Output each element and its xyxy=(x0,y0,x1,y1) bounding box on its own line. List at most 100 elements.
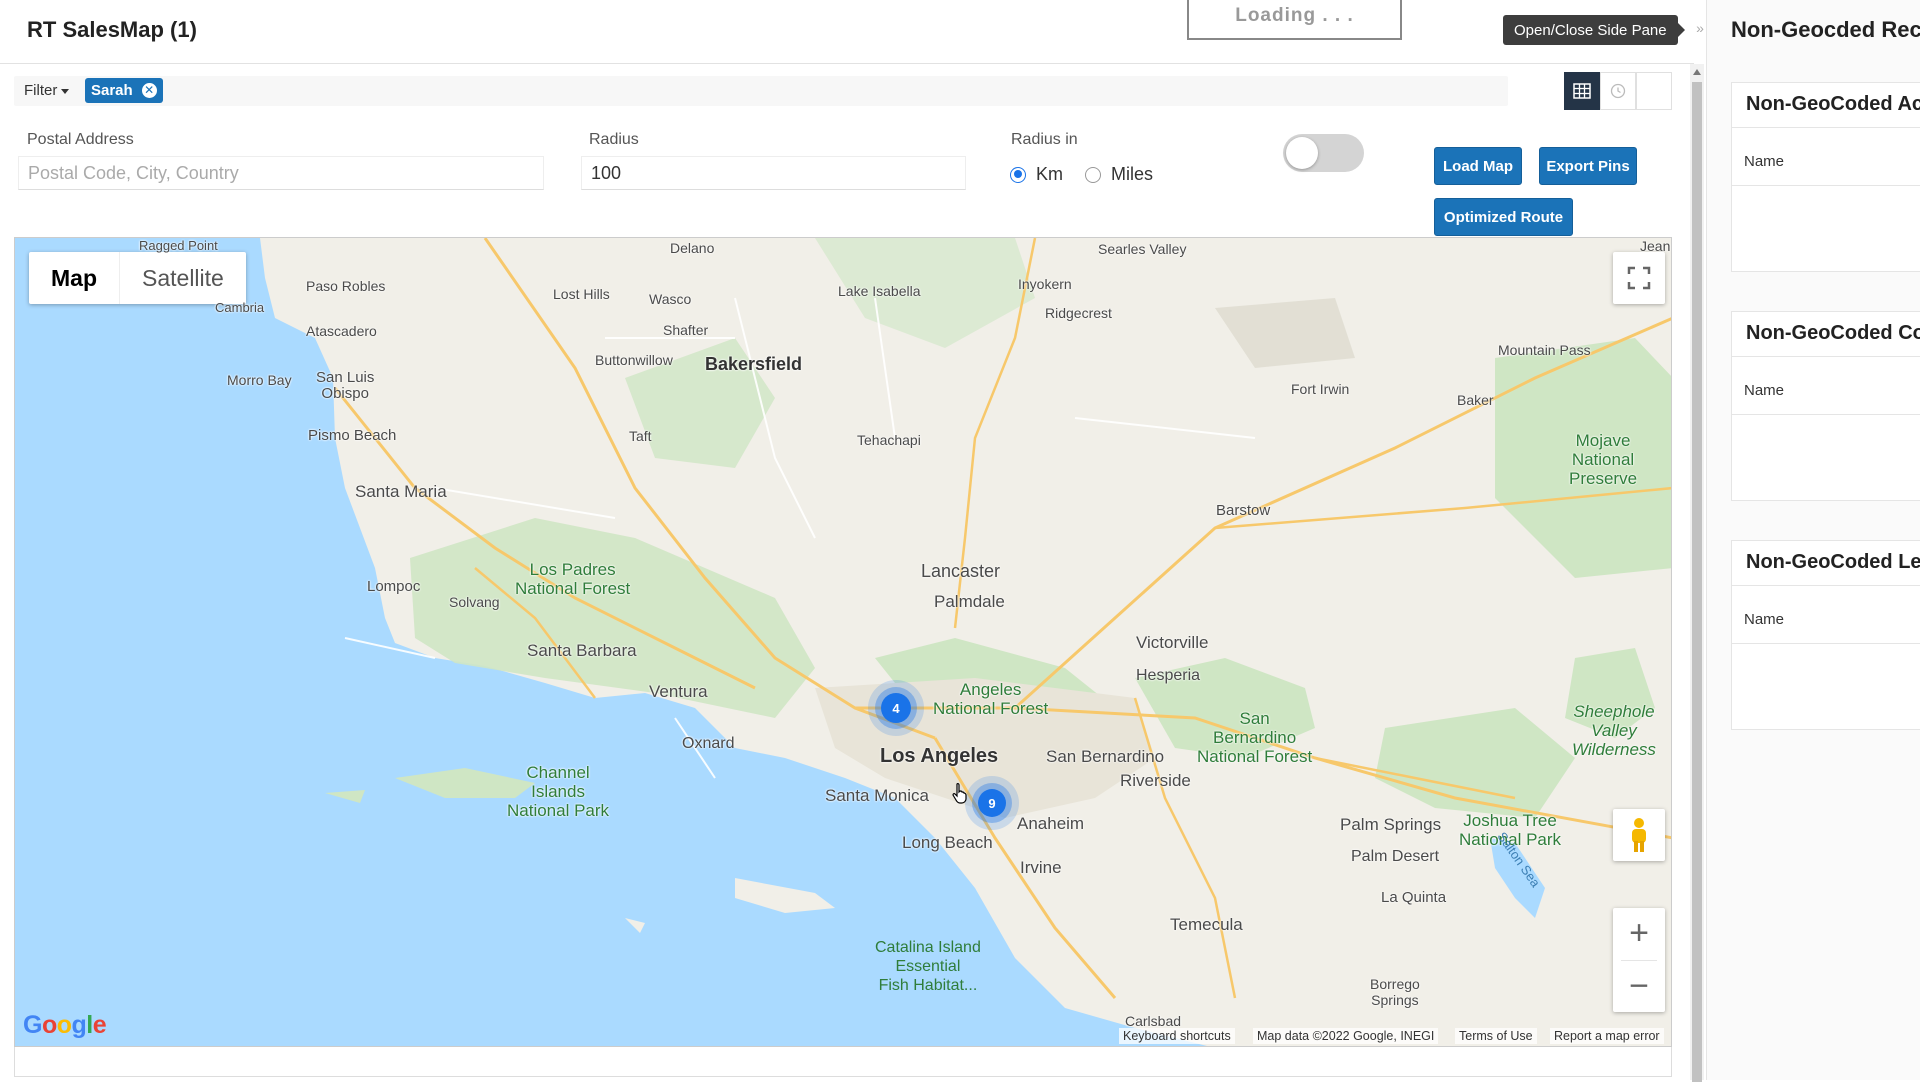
map-label: Santa Monica xyxy=(825,786,929,805)
map-label: Ventura xyxy=(649,682,708,701)
fullscreen-button[interactable] xyxy=(1613,252,1665,304)
app-header: RT SalesMap (1) Loading . . . Open/Close… xyxy=(0,0,1694,64)
radius-unit-group: Km Miles xyxy=(1010,164,1153,185)
report-map-error-link[interactable]: Report a map error xyxy=(1550,1028,1664,1044)
radius-label: Radius xyxy=(589,131,639,148)
zoom-control: + − xyxy=(1613,908,1665,1012)
map-label: Channel Islands National Park xyxy=(507,763,610,820)
filter-dropdown[interactable]: Filter xyxy=(24,82,70,99)
map-label: Wasco xyxy=(649,291,692,307)
map-label: Ragged Point xyxy=(139,238,218,253)
map-label: Taft xyxy=(629,428,652,444)
map-label: San Bernardino National Forest xyxy=(1197,709,1313,766)
map-label: Palm Springs xyxy=(1340,815,1442,834)
grid-view-button[interactable] xyxy=(1564,72,1600,110)
map-label: La Quinta xyxy=(1381,889,1447,906)
map-label: Carlsbad xyxy=(1125,1013,1182,1029)
map-label: Pismo Beach xyxy=(308,427,397,444)
street-view-pegman[interactable] xyxy=(1613,809,1665,861)
load-map-button[interactable]: Load Map xyxy=(1434,147,1522,185)
map-option-toggle[interactable] xyxy=(1283,134,1364,172)
map-type-map[interactable]: Map xyxy=(29,252,120,304)
column-header-name[interactable]: Name xyxy=(1744,611,1784,628)
filter-bar: Filter Sarah ✕ xyxy=(14,76,1508,106)
map-label: Bakersfield xyxy=(705,354,803,374)
map-label: Oxnard xyxy=(682,735,735,752)
map-label: Irvine xyxy=(1020,858,1062,877)
map-label: Temecula xyxy=(1170,915,1243,934)
marker-cluster[interactable]: 9 xyxy=(978,789,1006,817)
map-label: Lake Isabella xyxy=(838,283,921,299)
map-label: Fort Irwin xyxy=(1291,381,1350,397)
map-label: Mountain Pass xyxy=(1498,342,1591,358)
map-label: Mojave National Preserve xyxy=(1569,431,1638,488)
side-pane: Non-Geocded Rec Non-GeoCoded Ac Name Non… xyxy=(1706,0,1920,1080)
map-label: Tehachapi xyxy=(857,432,921,448)
non-geocoded-accounts-card: Non-GeoCoded Ac Name xyxy=(1731,82,1920,272)
map-label: San Bernardino xyxy=(1046,747,1165,766)
card-divider xyxy=(1732,356,1920,357)
remove-chip-icon[interactable]: ✕ xyxy=(141,83,157,98)
card-divider xyxy=(1732,127,1920,128)
map-label: Sheephole Valley Wilderness xyxy=(1572,702,1656,759)
optimized-route-button[interactable]: Optimized Route xyxy=(1434,198,1573,236)
terms-of-use-link[interactable]: Terms of Use xyxy=(1455,1028,1537,1044)
map-label: Barstow xyxy=(1216,502,1271,519)
scroll-thumb[interactable] xyxy=(1692,82,1702,1082)
main-scrollbar[interactable] xyxy=(1690,64,1704,1082)
miles-radio[interactable] xyxy=(1085,166,1101,183)
map-label: Lancaster xyxy=(921,561,1001,581)
miles-label: Miles xyxy=(1111,164,1154,184)
marker-cluster[interactable]: 4 xyxy=(881,693,911,723)
postal-address-input[interactable] xyxy=(18,156,544,190)
map-base-layer xyxy=(260,238,1671,1046)
filter-chip-label: Sarah xyxy=(91,82,133,99)
map-label: Long Beach xyxy=(902,833,993,852)
map-label: Catalina Island Essential Fish Habitat..… xyxy=(875,939,981,994)
map-label: Victorville xyxy=(1136,633,1209,652)
km-label: Km xyxy=(1036,164,1063,184)
map-label: Cambria xyxy=(215,300,265,315)
toggle-knob xyxy=(1286,137,1318,169)
map-type-satellite[interactable]: Satellite xyxy=(120,252,246,304)
column-header-name[interactable]: Name xyxy=(1744,153,1784,170)
side-pane-title: Non-Geocded Rec xyxy=(1731,17,1920,42)
view-toggle-group xyxy=(1564,72,1672,110)
map-label: Morro Bay xyxy=(227,372,292,388)
filter-chip: Sarah ✕ xyxy=(85,78,163,103)
postal-address-label: Postal Address xyxy=(27,131,134,148)
radius-in-label: Radius in xyxy=(1011,131,1078,148)
map-label: Angeles National Forest xyxy=(933,680,1049,718)
map-label: Los Padres National Forest xyxy=(515,560,631,598)
radius-input[interactable] xyxy=(581,156,966,190)
blank-view-button[interactable] xyxy=(1636,72,1672,110)
history-view-button[interactable] xyxy=(1600,72,1636,110)
map-label: Shafter xyxy=(663,322,709,338)
map-label: Paso Robles xyxy=(306,278,386,294)
non-geocoded-leads-card: Non-GeoCoded Le Name xyxy=(1731,540,1920,730)
map-label: Lost Hills xyxy=(553,286,610,302)
export-pins-button[interactable]: Export Pins xyxy=(1539,147,1637,185)
clock-icon xyxy=(1610,83,1626,99)
scroll-up-arrow-icon[interactable] xyxy=(1693,69,1701,75)
map-label: Los Angeles xyxy=(880,745,999,767)
map-label: Santa Maria xyxy=(355,482,447,501)
keyboard-shortcuts-link[interactable]: Keyboard shortcuts xyxy=(1119,1028,1235,1044)
map-label: Jean xyxy=(1640,238,1671,254)
column-header-name[interactable]: Name xyxy=(1744,382,1784,399)
card-divider xyxy=(1732,585,1920,586)
zoom-in-button[interactable]: + xyxy=(1629,908,1649,960)
app-title: RT SalesMap (1) xyxy=(27,17,197,42)
zoom-out-button[interactable]: − xyxy=(1629,960,1649,1012)
map-footer xyxy=(14,1047,1672,1077)
grid-icon xyxy=(1573,83,1591,99)
map-canvas[interactable]: Map Satellite + − Los Angeles Bakersfiel… xyxy=(14,237,1672,1047)
km-radio[interactable] xyxy=(1010,166,1026,183)
map-label: Santa Barbara xyxy=(527,641,637,660)
side-pane-tooltip: Open/Close Side Pane xyxy=(1503,15,1685,45)
google-logo: Google xyxy=(23,1011,107,1039)
fullscreen-icon xyxy=(1627,266,1651,290)
map-label: Hesperia xyxy=(1136,667,1201,684)
map-label: Riverside xyxy=(1120,771,1191,790)
map-label: San Luis Obispo xyxy=(316,369,375,402)
